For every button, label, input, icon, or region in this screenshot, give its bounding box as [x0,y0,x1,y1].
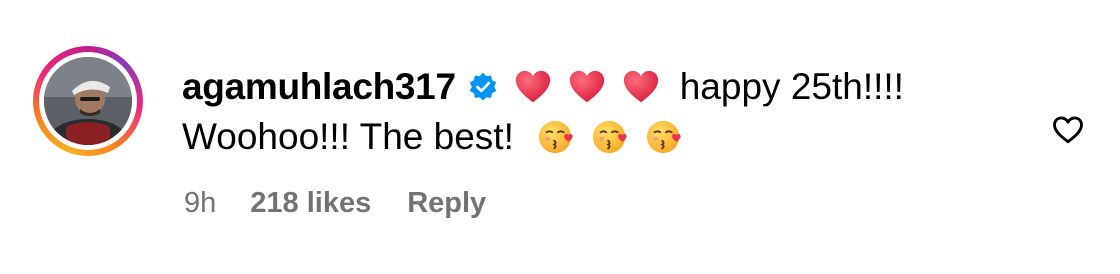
face-blowing-kiss-emoji [646,118,684,156]
avatar[interactable] [44,57,132,145]
comment-likes-count[interactable]: 218 likes [250,187,371,220]
heart-outline-icon [1053,116,1083,144]
comment: agamuhlach317 happy 25th!!!! Woohoo!!! T… [0,0,1120,274]
comment-text-line-1: happy 25th!!!! [679,66,904,107]
comment-body: agamuhlach317 happy 25th!!!! Woohoo!!! T… [182,64,1022,160]
comment-meta: 9h 218 likes Reply [184,187,486,220]
red-heart-emoji [622,68,660,106]
comment-line-1: agamuhlach317 happy 25th!!!! [182,64,1022,110]
red-heart-emoji [514,68,552,106]
red-heart-emoji [568,68,606,106]
reply-button[interactable]: Reply [407,187,486,220]
comment-line-2: Woohoo!!! The best! [182,114,1022,160]
verified-badge-icon [468,72,498,102]
username-link[interactable]: agamuhlach317 [182,64,456,110]
comment-text-line-2: Woohoo!!! The best! [182,116,514,157]
avatar-story-ring[interactable] [33,46,143,156]
like-comment-button[interactable] [1050,111,1086,147]
face-blowing-kiss-emoji [592,118,630,156]
face-blowing-kiss-emoji [538,118,576,156]
comment-timestamp[interactable]: 9h [184,187,216,220]
